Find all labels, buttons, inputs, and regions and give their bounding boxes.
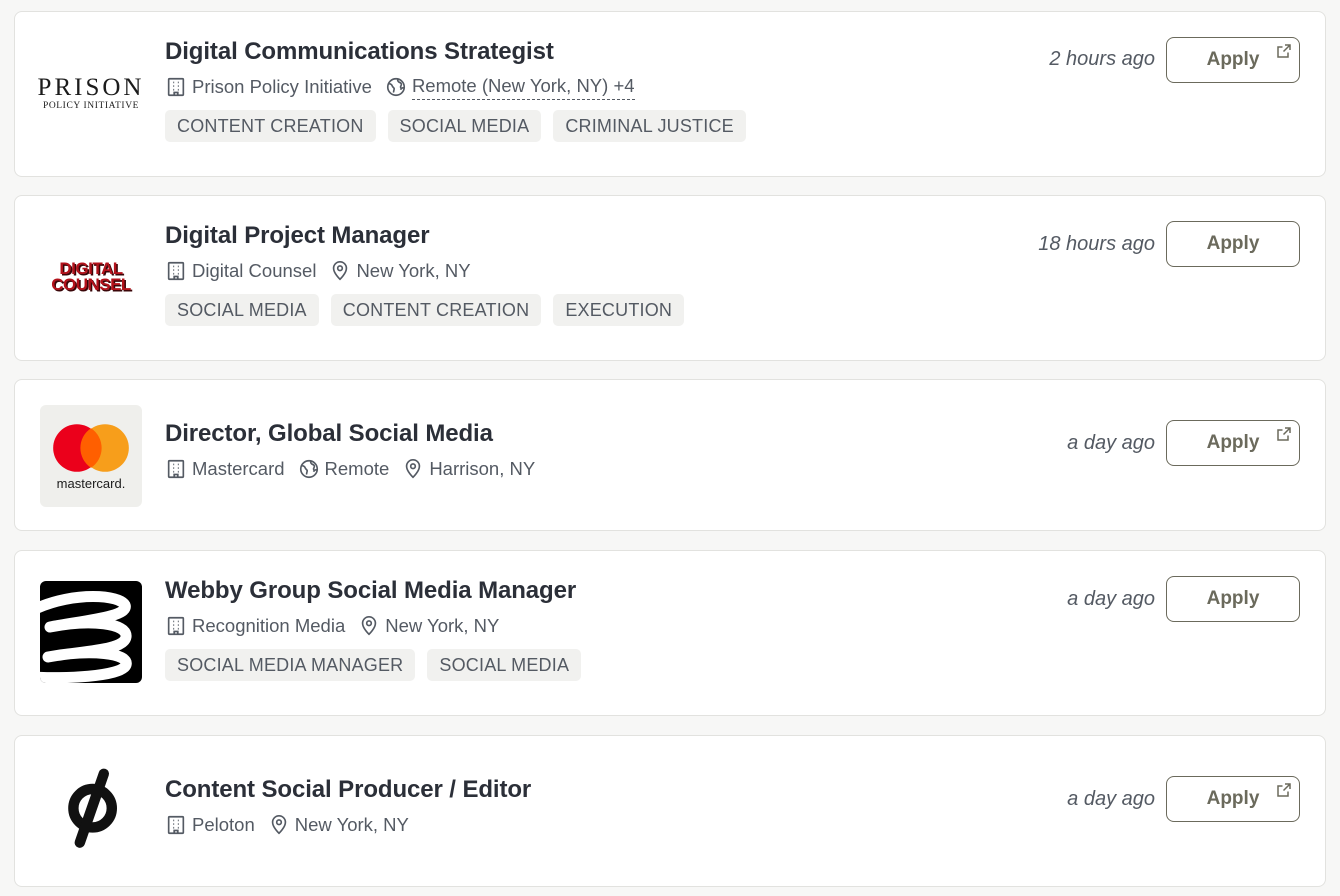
apply-button[interactable]: Apply (1166, 776, 1300, 822)
job-title[interactable]: Digital Communications Strategist (165, 36, 1125, 68)
posted-time: 2 hours ago (1049, 48, 1155, 70)
tag[interactable]: EXECUTION (553, 294, 685, 326)
job-title[interactable]: Webby Group Social Media Manager (165, 575, 1125, 607)
posted-time: a day ago (1067, 588, 1155, 610)
company-name: Prison Policy Initiative (165, 76, 372, 98)
tag[interactable]: SOCIAL MEDIA (387, 110, 542, 142)
job-card[interactable]: mastercard. Director, Global Social Medi… (14, 379, 1326, 531)
company-name: Mastercard (165, 458, 285, 480)
tag[interactable]: CRIMINAL JUSTICE (553, 110, 746, 142)
logo-wordmark: mastercard. (56, 476, 126, 491)
job-location: New York, NY (329, 260, 471, 282)
building-icon (167, 261, 185, 281)
job-location: New York, NY (358, 615, 499, 637)
company-name: Digital Counsel (165, 260, 316, 282)
remote-locations[interactable]: Remote (New York, NY) +4 (385, 75, 635, 100)
map-pin-icon (271, 815, 286, 835)
job-title[interactable]: Digital Project Manager (165, 220, 1125, 252)
prison-policy-initiative-logo: PRISON POLICY INITIATIVE (37, 42, 145, 144)
apply-button[interactable]: Apply (1166, 576, 1300, 622)
apply-button[interactable]: Apply (1166, 221, 1300, 267)
apply-button[interactable]: Apply (1166, 37, 1300, 83)
logo-text-line2: COUNSEL (51, 275, 131, 294)
job-card[interactable]: DIGITAL COUNSEL Digital Project Manager … (14, 195, 1326, 361)
job-location: New York, NY (268, 814, 409, 836)
job-location: Harrison, NY (402, 458, 535, 480)
logo-text-line1: PRISON (37, 74, 145, 101)
apply-button[interactable]: Apply (1166, 420, 1300, 466)
tag[interactable]: SOCIAL MEDIA (427, 649, 582, 681)
external-link-icon (1277, 783, 1291, 797)
mastercard-logo: mastercard. (40, 405, 142, 507)
map-pin-icon (333, 261, 348, 281)
building-icon (167, 459, 185, 479)
peloton-logo (40, 758, 142, 860)
job-card[interactable]: PRISON POLICY INITIATIVE Digital Communi… (14, 11, 1326, 177)
map-pin-icon (361, 616, 377, 636)
building-icon (167, 815, 185, 835)
posted-time: 18 hours ago (1038, 233, 1155, 255)
external-link-icon (1277, 44, 1291, 58)
globe-icon (386, 77, 406, 97)
digital-counsel-logo: DIGITAL COUNSEL (40, 226, 142, 328)
posted-time: a day ago (1067, 432, 1155, 454)
external-link-icon (1277, 427, 1291, 441)
company-name: Recognition Media (165, 615, 345, 637)
remote-badge: Remote (298, 458, 389, 480)
building-icon (167, 77, 185, 97)
tag[interactable]: CONTENT CREATION (165, 110, 376, 142)
tag[interactable]: SOCIAL MEDIA MANAGER (165, 649, 416, 681)
tag[interactable]: SOCIAL MEDIA (165, 294, 319, 326)
job-card[interactable]: Webby Group Social Media Manager Recogni… (14, 550, 1326, 716)
globe-icon (299, 459, 318, 479)
webby-swirl-mark (40, 591, 132, 683)
job-list: PRISON POLICY INITIATIVE Digital Communi… (0, 0, 1340, 896)
building-icon (167, 616, 185, 636)
map-pin-icon (406, 459, 421, 479)
company-name: Peloton (165, 814, 255, 836)
peloton-p-mark (68, 768, 117, 848)
logo-text-line2: POLICY INITIATIVE (42, 101, 140, 111)
job-title[interactable]: Director, Global Social Media (165, 418, 1125, 450)
posted-time: a day ago (1067, 788, 1155, 810)
job-card[interactable]: Content Social Producer / Editor Peloton… (14, 735, 1326, 887)
job-title[interactable]: Content Social Producer / Editor (165, 774, 1125, 806)
mastercard-circles (53, 424, 129, 472)
tag[interactable]: CONTENT CREATION (330, 294, 542, 326)
webby-group-logo (40, 581, 142, 683)
